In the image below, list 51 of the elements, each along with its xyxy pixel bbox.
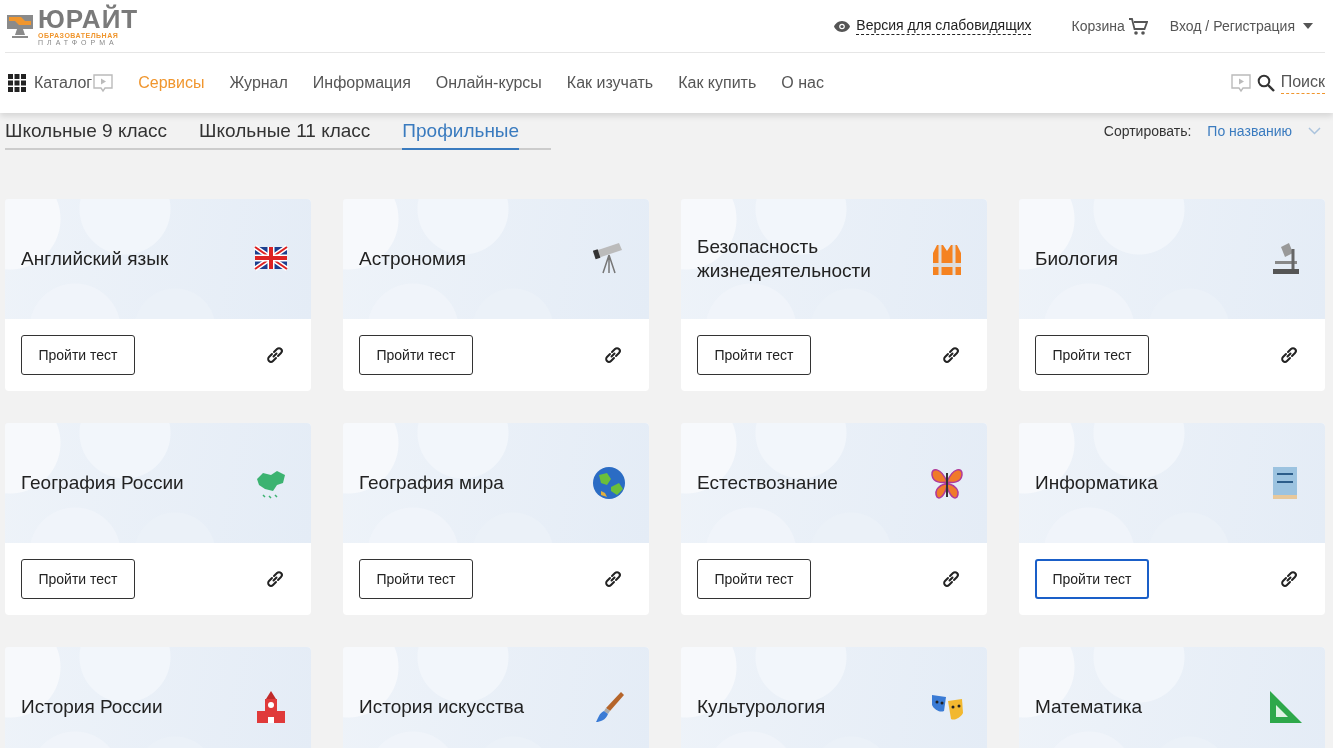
- take-test-button[interactable]: Пройти тест: [359, 559, 473, 599]
- link-icon[interactable]: [1279, 569, 1299, 589]
- link-icon[interactable]: [265, 569, 285, 589]
- tab[interactable]: Школьные 9 класс: [5, 113, 168, 150]
- nav-link[interactable]: Как купить: [678, 74, 757, 92]
- link-icon[interactable]: [1279, 345, 1299, 365]
- link-icon[interactable]: [941, 345, 961, 365]
- card-title: Информатика: [1035, 471, 1159, 495]
- search-icon[interactable]: [1256, 74, 1275, 92]
- card-title: Математика: [1035, 695, 1144, 719]
- card-title: Английский язык: [21, 247, 170, 271]
- catalog-link[interactable]: Каталог: [34, 74, 93, 92]
- cart-icon[interactable]: [1127, 16, 1148, 36]
- take-test-button[interactable]: Пройти тест: [359, 335, 473, 375]
- sort-dropdown[interactable]: По названию: [1207, 123, 1292, 139]
- card-title: История искусства: [359, 695, 526, 719]
- sort-label: Сортировать:: [1103, 123, 1192, 139]
- card-title: Биология: [1035, 247, 1119, 271]
- cart-link[interactable]: Корзина: [1071, 18, 1125, 34]
- take-test-button[interactable]: Пройти тест: [21, 335, 135, 375]
- tab[interactable]: Профильные: [402, 113, 520, 150]
- nav-link[interactable]: О нас: [781, 74, 824, 92]
- take-test-button[interactable]: Пройти тест: [21, 559, 135, 599]
- card-title: История России: [21, 695, 164, 719]
- nav-link[interactable]: Как изучать: [566, 74, 654, 92]
- card-title: Безопасность жизнедеятельности: [697, 235, 872, 283]
- caret-icon[interactable]: [1303, 23, 1313, 29]
- card-title: Естествознание: [697, 471, 839, 495]
- take-test-button[interactable]: Пройти тест: [697, 559, 811, 599]
- nav-link[interactable]: Журнал: [229, 74, 288, 92]
- eye-icon: [834, 20, 851, 32]
- card-title: География мира: [359, 471, 505, 495]
- logo-text: ЮРАЙТ: [38, 6, 139, 32]
- take-test-button[interactable]: Пройти тест: [1035, 335, 1149, 375]
- link-icon[interactable]: [603, 569, 623, 589]
- grid-icon[interactable]: [8, 74, 26, 92]
- globe-icon: [591, 465, 627, 501]
- card-title: Культурология: [697, 695, 827, 719]
- card-title: Астрономия: [359, 247, 468, 271]
- login-link[interactable]: Вход / Регистрация: [1169, 18, 1295, 34]
- tab[interactable]: Школьные 11 класс: [199, 113, 371, 150]
- take-test-button[interactable]: Пройти тест: [697, 335, 811, 375]
- link-icon[interactable]: [941, 569, 961, 589]
- take-test-button[interactable]: Пройти тест: [1035, 559, 1149, 599]
- search-link[interactable]: Поиск: [1280, 72, 1325, 94]
- nav-link[interactable]: Онлайн-курсы: [435, 74, 542, 92]
- nav-link[interactable]: Информация: [312, 74, 411, 92]
- accessibility-link[interactable]: Версия для слабовидящих: [856, 17, 1032, 35]
- link-icon[interactable]: [265, 345, 285, 365]
- card-title: География России: [21, 471, 185, 495]
- link-icon[interactable]: [603, 345, 623, 365]
